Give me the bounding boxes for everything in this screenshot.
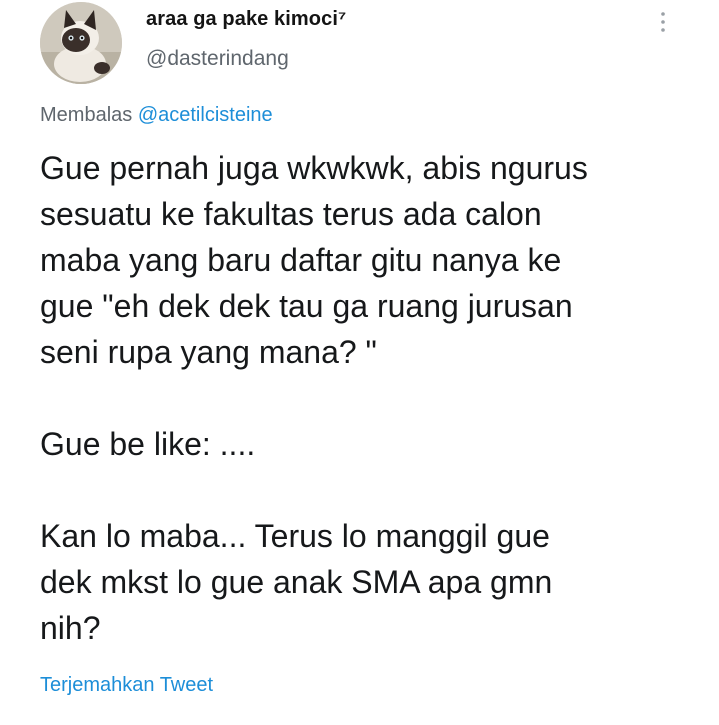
tweet-body: Gue pernah juga wkwkwk, abis ngurus sesu…	[40, 145, 700, 651]
reply-prefix: Membalas	[40, 104, 133, 126]
reply-context: Membalas @acetilcisteine	[40, 104, 273, 127]
user-handle[interactable]: @dasterindang	[146, 47, 289, 71]
avatar[interactable]	[40, 2, 122, 84]
reply-mention-link[interactable]: @acetilcisteine	[138, 104, 273, 126]
tweet-card: araa ga pake kimoci⁷ @dasterindang Memba…	[0, 0, 719, 725]
tweet-paragraph: Gue pernah juga wkwkwk, abis ngurus sesu…	[40, 150, 588, 370]
translate-tweet-link[interactable]: Terjemahkan Tweet	[40, 674, 213, 697]
more-vertical-icon[interactable]	[656, 10, 670, 34]
display-name[interactable]: araa ga pake kimoci⁷	[146, 8, 346, 31]
tweet-paragraph: Gue be like: ....	[40, 426, 256, 462]
tweet-paragraph: Kan lo maba... Terus lo manggil gue dek …	[40, 518, 553, 646]
cat-avatar-image	[40, 2, 122, 84]
